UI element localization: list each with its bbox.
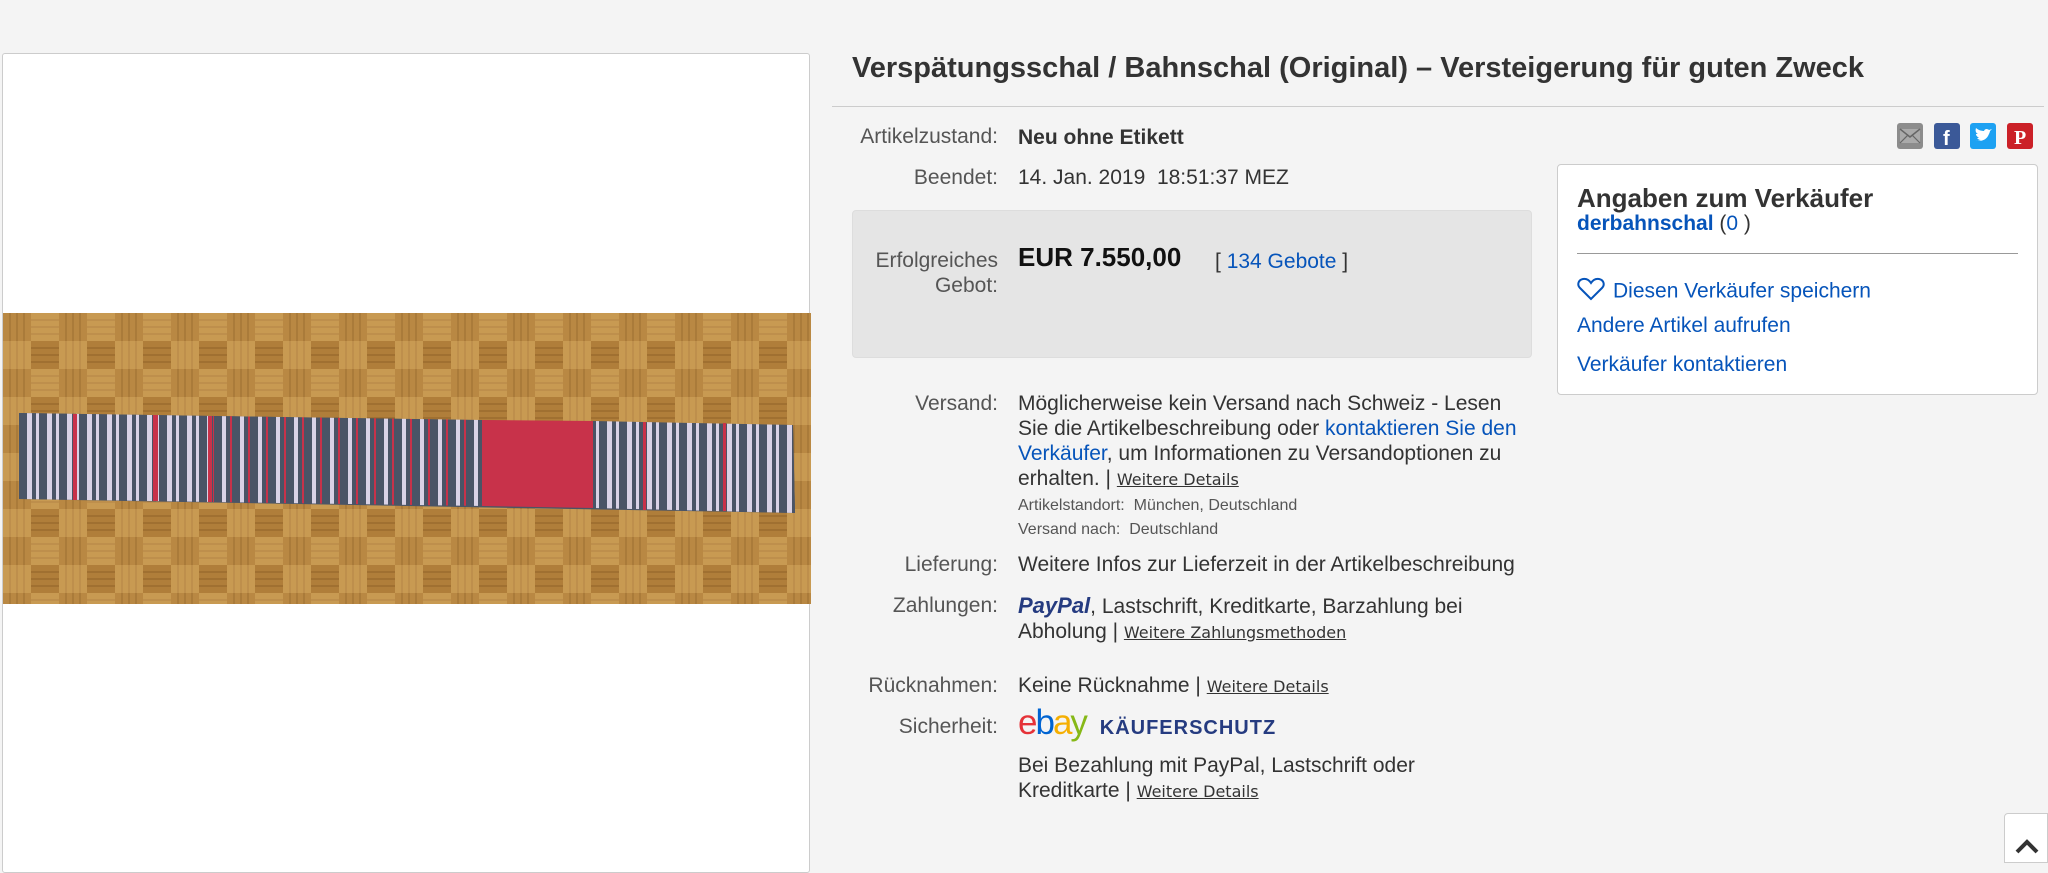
contact-seller-inline-link-2[interactable]: Verkäufer [1018,442,1107,465]
returns-value: Keine Rücknahme | [1018,674,1201,697]
security-details-link[interactable]: Weitere Details [1137,782,1259,801]
shipping-line3: Verkäufer, um Informationen zu Versandop… [1018,441,1528,466]
shipping-line2: Sie die Artikelbeschreibung oder kontakt… [1018,416,1528,441]
security-text: Bei Bezahlung mit PayPal, Lastschrift od… [1018,753,1415,804]
facebook-icon[interactable]: f [1934,123,1960,150]
ended-label: Beendet: [913,166,998,189]
more-payment-methods-link[interactable]: Weitere Zahlungsmethoden [1124,623,1346,642]
seller-name-row: derbahnschal (0 ) [1577,212,1751,236]
mail-icon[interactable] [1897,123,1923,149]
seller-divider [1577,253,2018,254]
paypal-logo-icon: PayPal [1018,593,1091,618]
item-location: Artikelstandort: München, Deutschland [1018,493,1297,518]
ebay-logo-y: y [1070,703,1087,742]
product-image-panel [2,53,811,873]
payments-label: Zahlungen: [892,594,998,617]
winning-bid-label: Erfolgreiches Gebot: [808,248,998,298]
bid-count-bracket-close: ] [1342,250,1349,273]
ebay-buyer-protection-logo: ebay KÄUFERSCHUTZ [1018,705,1277,741]
heart-icon [1577,277,1605,307]
seller-name-link[interactable]: derbahnschal [1577,212,1714,235]
shipping-line4-text: erhalten. | [1018,467,1112,490]
shipping-line1: Möglicherweise kein Versand nach Schweiz… [1018,392,1502,415]
seller-info-box: Angaben zum Verkäufer derbahnschal (0 ) … [1557,164,2038,395]
contact-seller-link[interactable]: Verkäufer kontaktieren [1577,353,1787,377]
save-seller-row[interactable]: Diesen Verkäufer speichern [1577,277,1871,307]
buyer-protection-text: KÄUFERSCHUTZ [1099,717,1277,739]
pinterest-icon[interactable]: P [2007,123,2033,149]
svg-text:P: P [2014,127,2026,149]
chevron-up-icon [2015,839,2039,854]
bid-count-bracket-open: [ [1215,250,1221,273]
product-photo[interactable] [3,313,811,604]
winning-bid-label-line1: Erfolgreiches [875,249,998,272]
payments-line2: Abholung | Weitere Zahlungsmethoden [1018,619,1528,645]
shipping-line4: erhalten. | Weitere Details [1018,466,1528,492]
price: EUR 7.550,00 [1018,242,1182,272]
scarf-photo-icon [3,313,811,604]
seller-score-close: ) [1738,212,1751,235]
payments-methods: , Lastschrift, Kreditkarte, Barzahlung b… [1090,595,1463,618]
ships-to: Versand nach: Deutschland [1018,517,1218,542]
delivery-value: Weitere Infos zur Lieferzeit in der Arti… [1018,553,1515,576]
seller-score-link[interactable]: 0 [1726,212,1738,235]
security-label: Sicherheit: [898,715,998,738]
winning-bid-label-line2: Gebot: [934,274,998,297]
save-seller-link[interactable]: Diesen Verkäufer speichern [1613,280,1871,303]
contact-seller-inline-link[interactable]: kontaktieren Sie den [1325,417,1516,440]
shipping-details-link[interactable]: Weitere Details [1117,470,1239,489]
other-items-link[interactable]: Andere Artikel aufrufen [1577,314,1791,338]
shipping-text: Möglicherweise kein Versand nach Schweiz… [1018,391,1528,492]
security-line2: Kreditkarte | Weitere Details [1018,778,1415,804]
title-divider [832,106,2044,107]
returns-text: Keine Rücknahme | Weitere Details [1018,673,1329,699]
payments-text: PayPal, Lastschrift, Kreditkarte, Barzah… [1018,593,1528,645]
ships-to-value: Deutschland [1129,521,1219,538]
condition-label: Artikelzustand: [860,125,998,148]
shipping-line3-text: , um Informationen zu Versandoptionen zu [1106,442,1502,465]
ebay-logo-e: e [1018,703,1038,742]
twitter-icon[interactable] [1970,123,1996,149]
shipping-label: Versand: [915,392,998,415]
page-title: Verspätungsschal / Bahnschal (Original) … [852,52,1865,84]
returns-details-link[interactable]: Weitere Details [1207,677,1329,696]
seller-heading: Angaben zum Verkäufer [1577,183,1874,213]
payments-line2-text: Abholung | [1018,620,1119,643]
ebay-logo-a: a [1052,703,1073,742]
svg-text:f: f [1943,128,1950,149]
item-location-value: München, Deutschland [1133,497,1298,514]
ebay-logo-b: b [1035,703,1055,742]
security-line2-text: Kreditkarte | [1018,779,1131,802]
ebay-logo-icon: ebay [1018,703,1088,742]
item-location-label: Artikelstandort: [1018,497,1125,514]
condition-value: Neu ohne Etikett [1018,126,1184,149]
bid-count-link[interactable]: 134 Gebote [1227,250,1337,273]
payments-line1: PayPal, Lastschrift, Kreditkarte, Barzah… [1018,593,1528,619]
security-line1: Bei Bezahlung mit PayPal, Lastschrift od… [1018,754,1415,777]
bid-count: [ 134 Gebote ] [1215,249,1348,274]
ended-value: 14. Jan. 2019 18:51:37 MEZ [1018,166,1289,189]
returns-label: Rücknahmen: [868,674,998,697]
ships-to-label: Versand nach: [1018,521,1121,538]
delivery-label: Lieferung: [904,553,998,576]
shipping-line2-text: Sie die Artikelbeschreibung oder [1018,417,1326,440]
